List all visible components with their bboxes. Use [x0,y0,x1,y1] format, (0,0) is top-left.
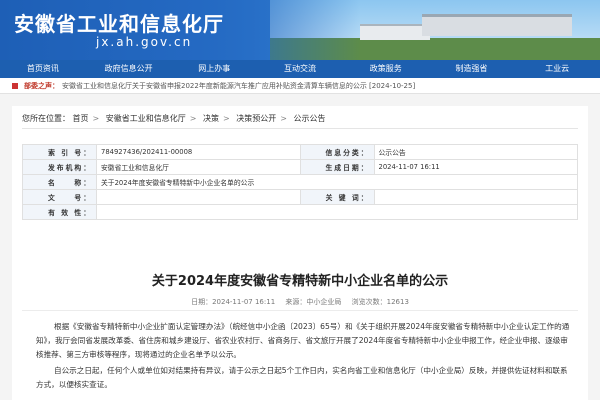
document-meta-table: 索 引 号： 784927436/202411-00008 信息分类： 公示公告… [22,144,578,220]
article-info: 日期：2024-11-07 16:11 来源：中小企业局 浏览次数：12613 [12,297,588,307]
breadcrumb-item-pre-disclosure[interactable]: 决策预公开 [236,114,276,123]
meta-index-label: 索 引 号： [22,144,97,160]
meta-name-label: 名 称： [22,174,97,190]
meta-keyword-value [373,189,578,205]
divider [22,128,578,129]
meta-date-label: 生成日期： [299,159,375,175]
breadcrumb-prefix: 您所在位置： [22,114,70,123]
breadcrumb-item-home[interactable]: 首页 [73,114,89,123]
meta-category-value: 公示公告 [373,144,578,160]
nav-item-policy[interactable]: 政策服务 [343,60,429,78]
article-views: 浏览次数：12613 [351,298,409,306]
breadcrumb-item-announcements[interactable]: 公示公告 [294,114,326,123]
breadcrumb: 您所在位置： 首页 > 安徽省工业和信息化厅 > 决策 > 决策预公开 > 公示公告 [22,114,326,123]
nav-item-online-service[interactable]: 网上办事 [171,60,257,78]
header-banner-building-small [360,24,430,40]
article-body: 根据《安徽省专精特新中小企业扩面认定管理办法》（皖经信中小企函〔2023〕65号… [36,320,574,394]
article-title: 关于2024年度安徽省专精特新中小企业名单的公示 [151,274,449,289]
meta-index-value: 784927436/202411-00008 [96,144,301,160]
speaker-icon [12,83,18,89]
notice-bar: 部委之声： 安徽省工业和信息化厅关于安徽省申报2022年度新能源汽车推广应用补贴… [0,78,600,94]
breadcrumb-item-department[interactable]: 安徽省工业和信息化厅 [106,114,186,123]
nav-item-home[interactable]: 首页资讯 [0,60,86,78]
nav-item-industry-cloud[interactable]: 工业云 [514,60,600,78]
article-source: 来源：中小企业局 [285,298,342,306]
nav-item-manufacturing[interactable]: 制造强省 [429,60,515,78]
meta-docno-value [96,189,301,205]
meta-publisher-label: 发布机构： [22,159,97,175]
notice-link[interactable]: 安徽省工业和信息化厅关于安徽省申报2022年度新能源汽车推广应用补贴资金清算车辆… [62,78,415,94]
site-url: jx.ah.gov.cn [96,35,193,49]
meta-publisher-value: 安徽省工业和信息化厅 [96,159,301,175]
meta-validity-label: 有 效 性： [22,204,97,220]
meta-date-value: 2024-11-07 16:11 [373,159,578,175]
divider [22,310,578,311]
nav-item-interaction[interactable]: 互动交流 [257,60,343,78]
meta-name-value: 关于2024年度安徽省专精特新中小企业名单的公示 [96,174,578,190]
notice-label: 部委之声： [24,82,59,90]
breadcrumb-item-decision[interactable]: 决策 [203,114,219,123]
content-panel: 您所在位置： 首页 > 安徽省工业和信息化厅 > 决策 > 决策预公开 > 公示公告 索… [12,106,588,400]
meta-keyword-label: 关 键 词： [299,189,375,205]
meta-category-label: 信息分类： [299,144,375,160]
nav-item-gov-info[interactable]: 政府信息公开 [86,60,172,78]
article-paragraph: 根据《安徽省专精特新中小企业扩面认定管理办法》（皖经信中小企函〔2023〕65号… [36,322,570,359]
main-nav: 首页资讯 政府信息公开 网上办事 互动交流 政策服务 制造强省 工业云 [0,60,600,78]
site-title[interactable]: 安徽省工业和信息化厅 [14,8,224,37]
article-date: 日期：2024-11-07 16:11 [191,298,276,306]
article-paragraph: 自公示之日起，任何个人或单位如对结果持有异议，请于公示之日起5个工作日内，实名向… [36,366,568,389]
header-banner-building [422,14,572,36]
meta-validity-value [96,204,578,220]
meta-docno-label: 文 号： [22,189,97,205]
site-header: 安徽省工业和信息化厅 jx.ah.gov.cn [0,0,600,60]
